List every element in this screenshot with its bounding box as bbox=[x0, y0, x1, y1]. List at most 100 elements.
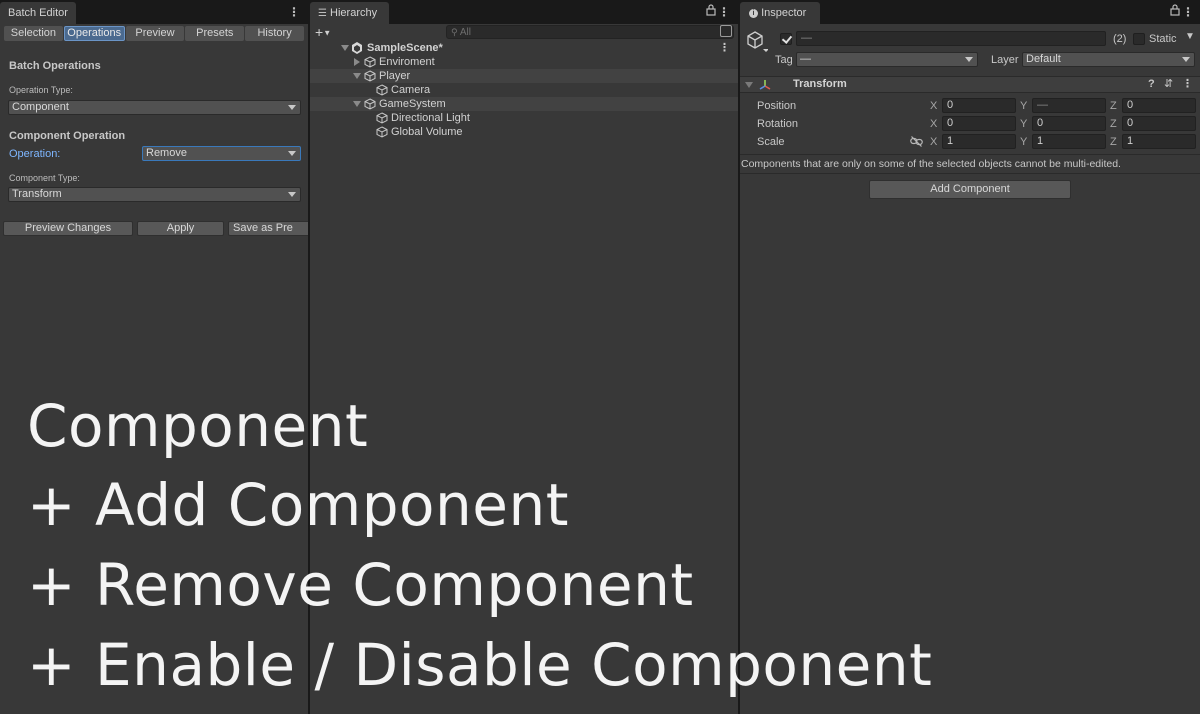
hierarchy-item-enviroment[interactable]: Enviroment bbox=[310, 55, 738, 69]
transform-component-header[interactable]: Transform ? ⇵ ⋮ bbox=[740, 76, 1200, 93]
component-menu-icon[interactable]: ⋮ bbox=[1182, 77, 1193, 90]
hierarchy-tab[interactable]: ☰ Hierarchy bbox=[310, 2, 390, 24]
tag-dropdown[interactable]: — bbox=[796, 52, 978, 67]
divider bbox=[740, 154, 1200, 155]
inspector-tab-label: Inspector bbox=[761, 7, 807, 19]
component-operation-title: Component Operation bbox=[9, 130, 126, 142]
scene-row[interactable]: SampleScene* ⋮ bbox=[310, 41, 738, 55]
axis-y-label: Y bbox=[1020, 118, 1028, 130]
axis-y-label: Y bbox=[1020, 136, 1028, 148]
subtab-history[interactable]: History bbox=[245, 26, 304, 41]
rotation-y-field[interactable]: 0 bbox=[1032, 116, 1106, 131]
scale-y-field[interactable]: 1 bbox=[1032, 134, 1106, 149]
axis-x-label: X bbox=[930, 118, 938, 130]
layer-value: Default bbox=[1026, 53, 1061, 65]
tag-value: — bbox=[800, 53, 811, 65]
chevron-down-icon bbox=[288, 105, 296, 110]
active-checkbox[interactable] bbox=[780, 33, 792, 45]
gameobject-cube-icon bbox=[364, 56, 376, 68]
tag-label: Tag bbox=[775, 54, 793, 66]
hierarchy-item-label: Enviroment bbox=[379, 56, 435, 68]
plus-icon: + bbox=[315, 24, 324, 40]
hierarchy-item-global-volume[interactable]: Global Volume bbox=[310, 125, 738, 139]
help-icon[interactable]: ? bbox=[1148, 78, 1155, 90]
overlay-line-4: + Enable / Disable Component bbox=[27, 631, 933, 699]
operation-type-dropdown[interactable]: Component bbox=[8, 100, 301, 115]
gameobject-cube-icon bbox=[376, 84, 388, 96]
expand-arrow-icon[interactable] bbox=[353, 73, 361, 79]
rotation-label: Rotation bbox=[757, 118, 798, 130]
hierarchy-menu-icon[interactable]: ⋮ bbox=[718, 4, 730, 20]
hierarchy-item-label: Player bbox=[379, 70, 411, 82]
position-x-field[interactable]: 0 bbox=[942, 98, 1016, 113]
static-label: Static bbox=[1149, 33, 1177, 45]
operation-dropdown[interactable]: Remove bbox=[142, 146, 301, 161]
chevron-down-icon: ▼ bbox=[323, 28, 332, 38]
lock-icon[interactable] bbox=[706, 4, 716, 20]
inspector-panel: i Inspector ⋮ — (2) Static ▼ Tag — Layer… bbox=[740, 0, 1200, 714]
search-icon: ⚲ bbox=[451, 27, 458, 37]
search-scene-icon[interactable] bbox=[720, 25, 732, 37]
batch-editor-tab-label: Batch Editor bbox=[8, 7, 68, 19]
info-icon: i bbox=[749, 8, 758, 18]
batch-editor-tab[interactable]: Batch Editor bbox=[0, 2, 76, 24]
hierarchy-tab-label: Hierarchy bbox=[330, 7, 378, 19]
overlay-line-1: Component bbox=[27, 392, 369, 460]
operation-type-value: Component bbox=[12, 101, 69, 113]
save-as-preset-button[interactable]: Save as Pre bbox=[228, 221, 308, 236]
hierarchy-item-label: Directional Light bbox=[391, 112, 470, 124]
gameobject-cube-icon bbox=[364, 98, 376, 110]
position-z-field[interactable]: 0 bbox=[1122, 98, 1196, 113]
layer-dropdown[interactable]: Default bbox=[1022, 52, 1195, 67]
hierarchy-item-gamesystem[interactable]: GameSystem bbox=[310, 97, 738, 111]
object-name-input[interactable]: — bbox=[796, 31, 1106, 46]
add-object-button[interactable]: +▼ bbox=[315, 25, 331, 40]
unlinked-chain-icon[interactable] bbox=[910, 136, 923, 147]
scale-z-field[interactable]: 1 bbox=[1122, 134, 1196, 149]
transform-title: Transform bbox=[793, 78, 847, 90]
component-type-value: Transform bbox=[12, 188, 62, 200]
scene-name: SampleScene* bbox=[367, 42, 443, 54]
position-label: Position bbox=[757, 100, 797, 112]
hierarchy-item-directional-light[interactable]: Directional Light bbox=[310, 111, 738, 125]
scale-x-field[interactable]: 1 bbox=[942, 134, 1016, 149]
preset-sliders-icon[interactable]: ⇵ bbox=[1164, 77, 1173, 90]
lock-icon[interactable] bbox=[1170, 4, 1180, 20]
static-dropdown-chevron-icon[interactable]: ▼ bbox=[1185, 31, 1195, 42]
position-y-field[interactable]: — bbox=[1032, 98, 1106, 113]
axis-x-label: X bbox=[930, 100, 938, 112]
selection-count: (2) bbox=[1113, 33, 1127, 45]
gameobject-icon[interactable] bbox=[746, 30, 768, 54]
collapse-arrow-icon[interactable] bbox=[745, 82, 753, 88]
hierarchy-item-player[interactable]: Player bbox=[310, 69, 738, 83]
subtab-selection[interactable]: Selection bbox=[4, 26, 63, 41]
batch-editor-subtabs: Selection Operations Preview Presets His… bbox=[4, 26, 304, 41]
chevron-down-icon bbox=[1182, 57, 1190, 62]
component-type-dropdown[interactable]: Transform bbox=[8, 187, 301, 202]
subtab-preview[interactable]: Preview bbox=[125, 26, 185, 41]
hierarchy-search-input[interactable]: ⚲ All bbox=[446, 25, 734, 39]
subtab-operations[interactable]: Operations bbox=[63, 26, 125, 41]
subtab-presets[interactable]: Presets bbox=[185, 26, 245, 41]
transform-icon bbox=[759, 80, 771, 90]
rotation-x-field[interactable]: 0 bbox=[942, 116, 1016, 131]
expand-arrow-icon[interactable] bbox=[353, 101, 361, 107]
axis-z-label: Z bbox=[1110, 136, 1117, 148]
apply-button[interactable]: Apply bbox=[137, 221, 224, 236]
hierarchy-tabbar: ☰ Hierarchy ⋮ bbox=[310, 0, 738, 24]
multi-edit-note: Components that are only on some of the … bbox=[741, 158, 1121, 170]
inspector-menu-icon[interactable]: ⋮ bbox=[1182, 4, 1194, 20]
preview-changes-button[interactable]: Preview Changes bbox=[3, 221, 133, 236]
divider bbox=[740, 173, 1200, 174]
expand-arrow-icon[interactable] bbox=[341, 45, 349, 51]
collapsed-arrow-icon[interactable] bbox=[354, 58, 360, 66]
operation-label: Operation: bbox=[9, 148, 61, 160]
hierarchy-item-camera[interactable]: Camera bbox=[310, 83, 738, 97]
add-component-button[interactable]: Add Component bbox=[869, 180, 1071, 199]
batch-editor-menu-icon[interactable]: ⋮ bbox=[288, 4, 300, 20]
static-checkbox[interactable] bbox=[1133, 33, 1145, 45]
batch-operations-title: Batch Operations bbox=[9, 60, 101, 72]
rotation-z-field[interactable]: 0 bbox=[1122, 116, 1196, 131]
scene-menu-icon[interactable]: ⋮ bbox=[719, 41, 730, 55]
inspector-tab[interactable]: i Inspector bbox=[740, 2, 821, 24]
